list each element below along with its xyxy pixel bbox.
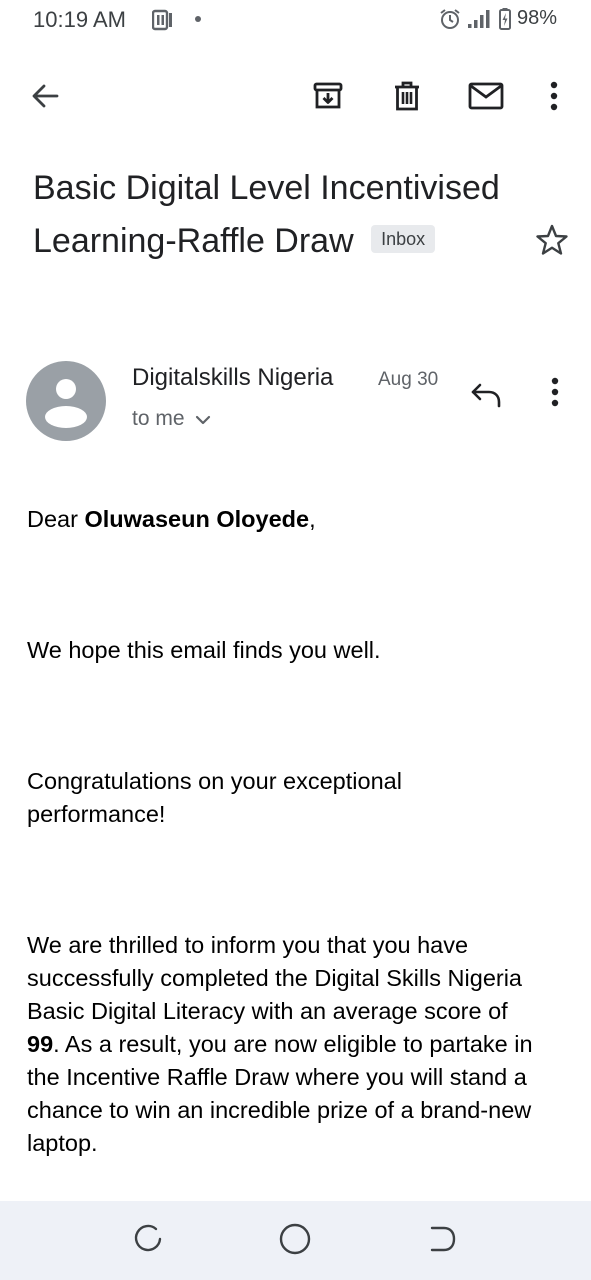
back-arrow-icon (30, 81, 60, 116)
email-paragraph-2: Congratulations on your exceptional perf… (27, 768, 402, 827)
battery-icon (498, 7, 511, 30)
archive-icon (312, 80, 344, 117)
more-vert-icon (551, 377, 559, 412)
email-paragraph-1: We hope this email finds you well. (27, 637, 381, 663)
average-score: 99 (27, 1031, 54, 1057)
recipient-label: to me (132, 407, 185, 430)
chevron-down-icon (195, 407, 211, 431)
more-vert-icon (550, 81, 558, 116)
archive-button[interactable] (304, 74, 352, 122)
email-toolbar (0, 60, 591, 136)
back-button[interactable] (21, 74, 69, 122)
paragraph-3-text: We are thrilled to inform you that you h… (27, 932, 523, 1024)
email-paragraph-3: We are thrilled to inform you that you h… (27, 929, 567, 1160)
recipient-details-toggle[interactable]: to me (132, 407, 211, 431)
more-options-button[interactable] (530, 74, 578, 122)
star-icon (535, 223, 569, 262)
battery-percent: 98% (516, 7, 557, 29)
person-icon (45, 379, 87, 428)
recipient-name: Oluwaseun Oloyede (84, 506, 310, 532)
reply-icon (470, 381, 502, 414)
signal-icon (467, 9, 493, 29)
notification-icon (151, 9, 174, 31)
delete-icon (392, 80, 422, 117)
email-greeting: Dear Oluwaseun Oloyede, (27, 503, 567, 536)
star-button[interactable] (530, 220, 574, 264)
inbox-label-chip[interactable]: Inbox (371, 225, 436, 254)
recent-apps-button[interactable] (128, 1221, 168, 1261)
sender-avatar[interactable] (26, 361, 106, 441)
delete-button[interactable] (383, 74, 431, 122)
back-nav-button[interactable] (422, 1221, 462, 1261)
reply-button[interactable] (462, 373, 510, 421)
sender-name[interactable]: Digitalskills Nigeria (132, 364, 333, 392)
mark-unread-button[interactable] (462, 74, 510, 122)
back-nav-icon (426, 1223, 458, 1260)
recent-apps-icon (132, 1223, 164, 1260)
greeting-prefix: Dear (27, 506, 85, 532)
status-bar: 10:19 AM 98% (0, 0, 591, 44)
status-right: 98% (439, 7, 557, 30)
email-subject: Basic Digital Level Incentivised Learnin… (33, 162, 513, 268)
message-more-button[interactable] (531, 370, 579, 418)
status-time: 10:19 AM (33, 7, 126, 32)
alarm-icon (439, 8, 461, 30)
greeting-suffix: , (309, 506, 316, 532)
home-icon (278, 1222, 312, 1261)
mark-unread-icon (468, 82, 504, 115)
system-navigation-bar (0, 1201, 591, 1280)
paragraph-4-text: . As a result, you are now eligible to p… (27, 1031, 533, 1156)
email-date: Aug 30 (378, 369, 439, 390)
home-button[interactable] (275, 1221, 315, 1261)
status-dot (195, 16, 201, 22)
